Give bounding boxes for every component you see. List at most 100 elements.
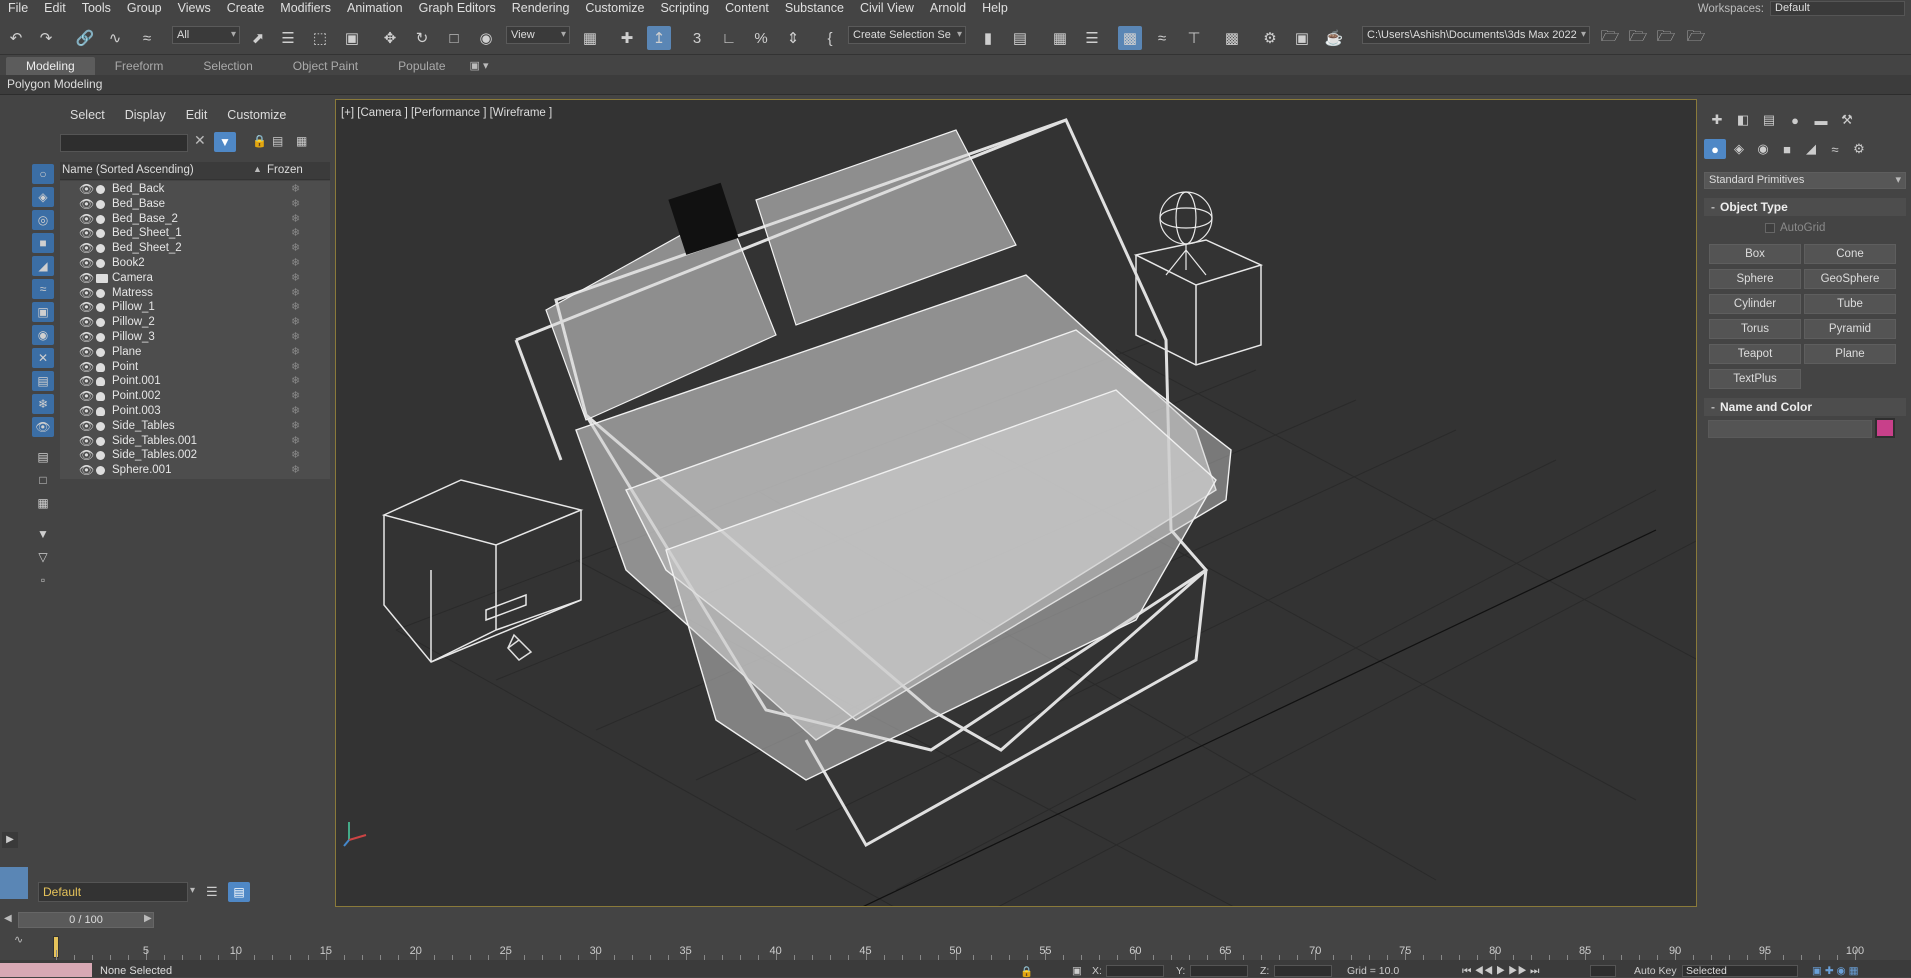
display-all-icon[interactable]: ▤ [32, 447, 54, 467]
cone-button[interactable]: Cone [1804, 244, 1896, 264]
frozen-snowflake-icon[interactable]: ❄ [291, 419, 300, 432]
maxscript-listener-field[interactable] [0, 963, 92, 977]
display-invert-icon[interactable]: ▦ [32, 493, 54, 513]
filter-funnel-icon[interactable]: ▼ [32, 524, 54, 544]
frozen-snowflake-icon[interactable]: ❄ [291, 212, 300, 225]
clear-search-icon[interactable]: ✕ [194, 132, 206, 149]
current-frame-field[interactable] [1590, 965, 1616, 977]
display-frozen-icon[interactable]: ❄ [32, 394, 54, 414]
visibility-eye-icon[interactable]: 👁 [79, 463, 94, 477]
viewport-nav-icons[interactable]: ▣ ✚ ◉ ▦ [1812, 965, 1859, 977]
visibility-eye-icon[interactable]: 👁 [79, 226, 94, 240]
visibility-eye-icon[interactable]: 👁 [79, 256, 94, 270]
schematic-view-icon[interactable]: ⊤ [1182, 26, 1206, 50]
place-icon[interactable]: ◉ [474, 26, 498, 50]
frozen-snowflake-icon[interactable]: ❄ [291, 330, 300, 343]
toggle-ribbon-icon[interactable]: ▩ [1118, 26, 1142, 50]
menu-arnold[interactable]: Arnold [922, 0, 974, 17]
explorer-menu-customize[interactable]: Customize [217, 106, 296, 124]
systems-category-icon[interactable]: ⚙ [1848, 139, 1870, 159]
unlink-icon[interactable]: ∿ [103, 26, 127, 50]
layer-hierarchy-icon[interactable]: ▦ [296, 134, 307, 148]
z-coord-field[interactable] [1274, 965, 1332, 977]
tab-object-paint[interactable]: Object Paint [273, 57, 378, 75]
object-color-swatch[interactable] [1875, 418, 1895, 438]
tab-selection[interactable]: Selection [183, 57, 272, 75]
lights-category-icon[interactable]: ◉ [1752, 139, 1774, 159]
display-tab-icon[interactable]: ▬ [1810, 110, 1832, 130]
frozen-snowflake-icon[interactable]: ❄ [291, 182, 300, 195]
display-none-icon[interactable]: □ [32, 470, 54, 490]
frozen-snowflake-icon[interactable]: ❄ [291, 374, 300, 387]
snaps-toggle-icon[interactable]: 3 [685, 26, 709, 50]
angle-snap-icon[interactable]: ∟ [717, 26, 741, 50]
rotate-icon[interactable]: ↻ [410, 26, 434, 50]
display-helpers-icon[interactable]: ◢ [32, 256, 54, 276]
visibility-eye-icon[interactable]: 👁 [79, 404, 94, 418]
frozen-snowflake-icon[interactable]: ❄ [291, 256, 300, 269]
layer-toolbar-icon[interactable]: ▫ [32, 570, 54, 590]
track-bar[interactable]: ∿ 5 10 15 20 25 30 35 40 45 50 55 60 65 70 75 80 85 90 95 1… [0, 930, 1911, 960]
layers-icon[interactable]: ☰ [206, 884, 218, 900]
polygon-modeling-label[interactable]: Polygon Modeling [7, 77, 102, 91]
name-and-color-rollout[interactable]: Name and Color [1704, 398, 1906, 416]
visibility-eye-icon[interactable]: 👁 [79, 300, 94, 314]
menu-group[interactable]: Group [119, 0, 170, 17]
create-tab-icon[interactable]: ✚ [1706, 110, 1728, 130]
sort-by-layer-icon[interactable]: ▤ [228, 882, 250, 902]
curve-editor-mini-icon[interactable]: ∿ [14, 933, 23, 946]
autogrid-box[interactable] [1765, 223, 1775, 233]
lock-icon[interactable]: 🔒 [252, 134, 267, 148]
menu-create[interactable]: Create [219, 0, 273, 17]
explorer-menu-display[interactable]: Display [115, 106, 176, 124]
x-coord-field[interactable] [1106, 965, 1164, 977]
bind-space-warp-icon[interactable]: ≈ [135, 26, 159, 50]
frozen-snowflake-icon[interactable]: ❄ [291, 300, 300, 313]
toggle-scene-explorer-icon[interactable]: ▦ [1048, 26, 1072, 50]
hierarchy-tab-icon[interactable]: ▤ [1758, 110, 1780, 130]
display-containers-icon[interactable]: ▤ [32, 371, 54, 391]
visibility-eye-icon[interactable]: 👁 [79, 241, 94, 255]
explorer-menu-select[interactable]: Select [60, 106, 115, 124]
motion-tab-icon[interactable]: ● [1784, 110, 1806, 130]
visibility-eye-icon[interactable]: 👁 [79, 434, 94, 448]
display-groups-icon[interactable]: ▣ [32, 302, 54, 322]
frozen-snowflake-icon[interactable]: ❄ [291, 271, 300, 284]
tab-modeling[interactable]: Modeling [6, 57, 95, 75]
rendered-frame-window-icon[interactable]: ▣ [1290, 26, 1314, 50]
frozen-snowflake-icon[interactable]: ❄ [291, 241, 300, 254]
menu-animation[interactable]: Animation [339, 0, 411, 17]
display-hidden-icon[interactable]: 👁 [32, 417, 54, 437]
filter-icon[interactable]: ▼ [214, 132, 236, 152]
open-project-icon[interactable]: 🗁 [1626, 26, 1650, 50]
select-manipulate-icon[interactable]: ✚ [615, 26, 639, 50]
frozen-snowflake-icon[interactable]: ❄ [291, 448, 300, 461]
project-folder-icon[interactable]: 🗁 [1598, 26, 1622, 50]
visibility-eye-icon[interactable]: 👁 [79, 374, 94, 388]
menu-edit[interactable]: Edit [36, 0, 74, 17]
expand-arrow-icon[interactable]: ▶ [2, 832, 18, 848]
visibility-eye-icon[interactable]: 👁 [79, 271, 94, 285]
project-path-select[interactable]: C:\Users\Ashish\Documents\3ds Max 2022 [1362, 26, 1590, 44]
frozen-snowflake-icon[interactable]: ❄ [291, 226, 300, 239]
rect-region-icon[interactable]: ⬚ [308, 26, 332, 50]
viewport-layout-tab[interactable] [0, 867, 28, 899]
frozen-snowflake-icon[interactable]: ❄ [291, 404, 300, 417]
menu-modifiers[interactable]: Modifiers [272, 0, 339, 17]
time-slider[interactable]: 0 / 100 [18, 912, 154, 928]
select-by-name-icon[interactable]: ☰ [276, 26, 300, 50]
redo-icon[interactable]: ↷ [34, 26, 58, 50]
camera-viewport[interactable]: [+] [Camera ] [Performance ] [Wireframe … [335, 99, 1697, 907]
pivot-center-icon[interactable]: ▦ [578, 26, 602, 50]
column-frozen[interactable]: Frozen [267, 164, 303, 176]
teapot-button[interactable]: Teapot [1709, 344, 1801, 364]
utilities-tab-icon[interactable]: ⚒ [1836, 110, 1858, 130]
cylinder-button[interactable]: Cylinder [1709, 294, 1801, 314]
menu-substance[interactable]: Substance [777, 0, 852, 17]
set-project-icon[interactable]: 🗁 [1654, 26, 1678, 50]
explorer-row[interactable]: 👁 Sphere.001 ❄ [60, 462, 330, 481]
object-type-rollout[interactable]: Object Type [1704, 198, 1906, 216]
display-bones-icon[interactable]: ✕ [32, 348, 54, 368]
mirror-icon[interactable]: ▮ [976, 26, 1000, 50]
visibility-eye-icon[interactable]: 👁 [79, 330, 94, 344]
